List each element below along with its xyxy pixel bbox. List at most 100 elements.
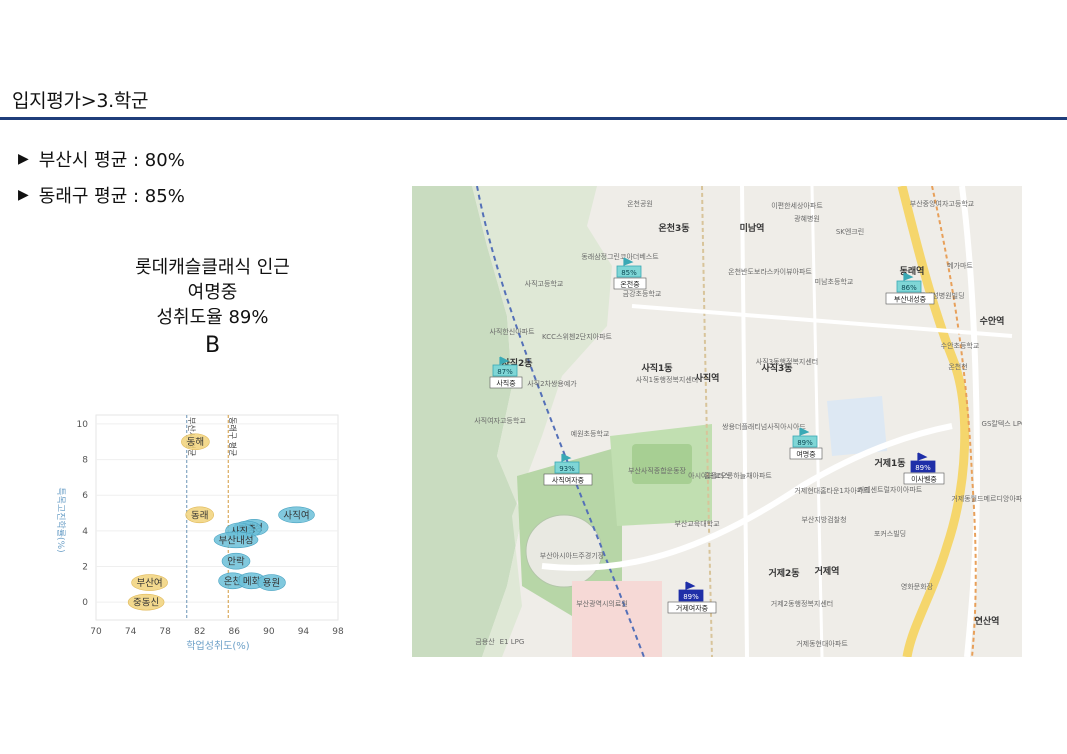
- map-place-label: 부산사직종합운동장: [628, 466, 687, 475]
- map-place-label: 부산중앙여자고등학교: [910, 199, 975, 208]
- data-point-label: 중동신: [133, 598, 159, 609]
- map-place-label: 광혜병원: [794, 214, 820, 223]
- data-point-label: 부산내성: [219, 535, 254, 546]
- y-tick-label: 4: [82, 527, 88, 537]
- hospital-area: [572, 581, 662, 657]
- map-place-label: 온천공원: [627, 199, 653, 208]
- marker-school-name: 사직중: [496, 379, 516, 388]
- map-place-label: 거제동현대아파트: [796, 639, 848, 648]
- bullet-arrow-icon: ▶: [18, 151, 29, 167]
- map-place-label: 금강초등학교: [623, 289, 662, 298]
- x-tick-label: 86: [229, 627, 241, 637]
- annotation-school: 여명중: [187, 282, 238, 303]
- marker-school-name: 온천중: [620, 280, 640, 289]
- data-point-label: 동래: [191, 510, 208, 521]
- map-place-label: 부산광역시의료원: [576, 599, 628, 608]
- map-place-label: 아시아드코오롱하늘채아파트: [688, 471, 772, 480]
- header-divider: [0, 117, 1067, 120]
- data-point-label: 용원: [263, 578, 280, 589]
- map-place-label: 부산교육대학교: [674, 519, 720, 528]
- asiad-stadium: [525, 514, 603, 588]
- marker-percent: 89%: [915, 464, 931, 472]
- x-tick-label: 82: [194, 627, 205, 637]
- map-place-label: 사직역: [695, 372, 720, 384]
- map-place-label: 금용산: [475, 637, 495, 646]
- map-place-label: 포커스빌딩: [874, 529, 906, 538]
- bullet-arrow-icon: ▶: [18, 187, 29, 203]
- map-place-label: 사직1동행정복지센터: [636, 375, 698, 384]
- y-tick-label: 8: [82, 456, 88, 466]
- map-place-label: SK엔크린: [836, 227, 864, 236]
- x-tick-label: 98: [332, 627, 344, 637]
- map-place-label: 사직여자고등학교: [474, 416, 526, 425]
- map-place-label: 영화문화장: [901, 582, 934, 591]
- map-place-label: 사직1동: [641, 362, 672, 374]
- marker-percent: 89%: [683, 593, 699, 601]
- reference-line-label: 동래구 평균: [228, 417, 238, 456]
- map-place-label: KCC스위첸2단지아파트: [542, 332, 613, 341]
- dongnae-average-label: 동래구 평균 : 85%: [38, 186, 185, 207]
- map-place-label: 미남초등학교: [815, 277, 854, 286]
- map-place-label: 이편한세상아파트: [771, 201, 823, 210]
- map-place-label: 사직3동행정복지센터: [756, 357, 818, 366]
- x-tick-label: 90: [263, 627, 275, 637]
- map-place-label: 거제1동: [874, 457, 905, 469]
- data-point-label: 안락: [227, 556, 245, 568]
- achievement-scatter-chart: 부산시 평균동래구 평균 동해동래부산여중동신사직여내성명중사직부산내성안락온천…: [55, 414, 344, 652]
- marker-percent: 89%: [797, 439, 813, 447]
- map-place-label: 거제동월드메르디앙아파트: [951, 494, 1022, 503]
- map-place-label: 부산아시아드주경기장: [540, 551, 605, 560]
- marker-percent: 93%: [559, 465, 575, 473]
- marker-school-name: 여명중: [796, 450, 816, 459]
- map-place-label: 온천반도보라스카이뷰아파트: [728, 267, 812, 276]
- map-place-label: 사직한신아파트: [489, 327, 535, 336]
- y-axis-label: 특목고진학률(%): [55, 487, 66, 552]
- annotation-grade: B: [204, 333, 221, 358]
- page-title: 입지평가>3.학군: [12, 90, 149, 112]
- y-tick-label: 2: [82, 563, 88, 573]
- map-place-label: 수안역: [980, 315, 1005, 327]
- marker-school-name: 부산내성중: [894, 295, 927, 304]
- map-place-label: 거제현대홈타운1차아파트: [794, 486, 870, 495]
- y-tick-label: 6: [82, 491, 88, 501]
- busan-average-stat: ▶ 부산시 평균 : 80%: [18, 146, 185, 172]
- annotation-rate: 성취도율 89%: [156, 307, 269, 328]
- map-place-label: 연산역: [975, 615, 1000, 627]
- map-place-label: 미남역: [740, 222, 765, 234]
- map-place-label: 온천천: [948, 362, 967, 371]
- map-place-label: 온천3동: [658, 223, 689, 234]
- marker-school-name: 이사벨중: [911, 475, 937, 484]
- x-axis-label: 학업성취도(%): [186, 639, 249, 652]
- map-place-label: 예원초등학교: [571, 429, 610, 438]
- data-point-label: 부산여: [136, 577, 162, 589]
- marker-percent: 85%: [621, 269, 637, 277]
- busan-average-label: 부산시 평균 : 80%: [38, 150, 185, 171]
- y-tick-label: 10: [77, 420, 89, 430]
- map-place-label: 사직고등학교: [525, 279, 564, 288]
- marker-school-name: 사직여자중: [552, 476, 585, 485]
- school-annotation: 롯데캐슬클래식 인근 여명중 성취도율 89% B: [100, 255, 325, 358]
- x-tick-label: 78: [159, 627, 171, 637]
- map-place-label: 부산지방검찰청: [801, 515, 846, 524]
- map-place-label: 동래삼정그린코아더베스트: [581, 252, 659, 261]
- map-place-label: 메가마트: [947, 261, 973, 270]
- map-place-label: 사직2차쌍용예가: [527, 379, 577, 388]
- map-place-label: 거제2동: [768, 567, 799, 579]
- x-tick-label: 94: [298, 627, 310, 637]
- dongnae-average-stat: ▶ 동래구 평균 : 85%: [18, 182, 185, 208]
- data-point-label: 동해: [187, 436, 204, 448]
- map-place-label: 거제2동행정복지센터: [771, 599, 833, 608]
- data-point-label: 사직여: [283, 509, 309, 521]
- map-place-label: 거제역: [815, 565, 840, 577]
- marker-percent: 87%: [497, 368, 513, 376]
- map-place-label: GS칼텍스 LPG: [982, 419, 1022, 428]
- x-tick-label: 70: [90, 627, 102, 637]
- map-place-label: 쌍용더플래티넘사직아시아드: [722, 422, 806, 431]
- marker-school-name: 거제여자중: [676, 604, 709, 613]
- map-place-label: 동래역: [900, 265, 925, 277]
- school-location-map[interactable]: 온천3동 미남역 동래역 수안역 사직2동 사직1동 사직3동 사직역 거제1동 거제2동 거제역 연…: [412, 186, 1022, 657]
- sports-field: [632, 444, 692, 484]
- x-tick-label: 74: [125, 627, 137, 637]
- map-place-label: E1 LPG: [500, 638, 525, 646]
- marker-percent: 86%: [901, 284, 917, 292]
